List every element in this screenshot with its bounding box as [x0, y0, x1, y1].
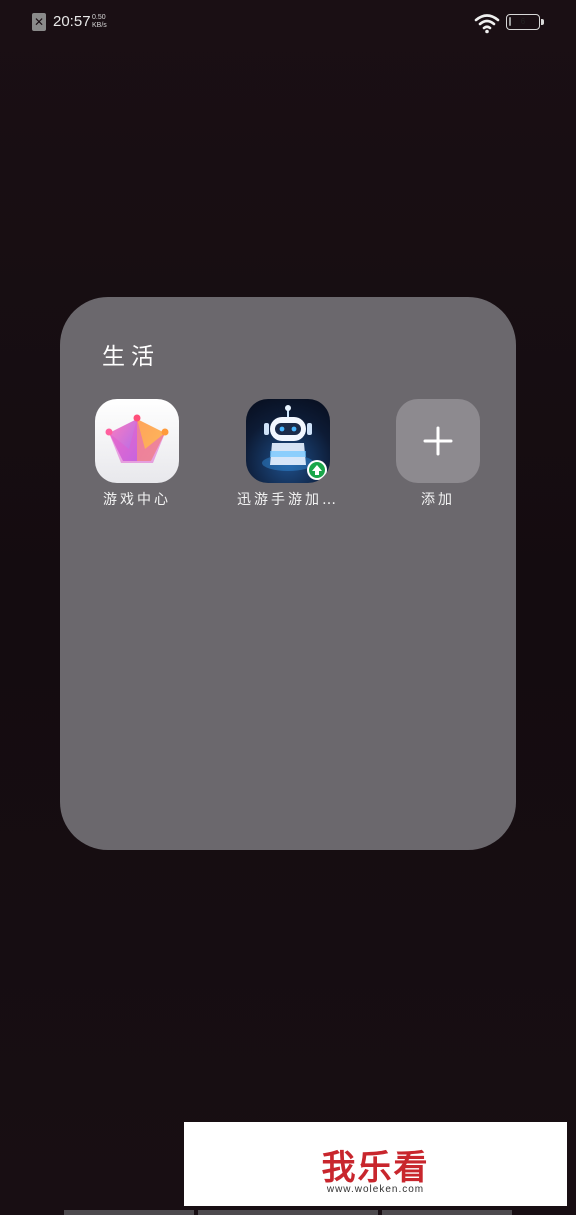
- watermark-title: 我乐看: [321, 1148, 430, 1188]
- plus-icon[interactable]: [396, 399, 480, 483]
- game-center-crown-icon[interactable]: [95, 399, 179, 483]
- network-speed-value: 0.50: [92, 14, 106, 21]
- status-bar: ✕ 20:57 0.50 KB/s 6: [0, 0, 576, 44]
- dock-edge: [198, 1210, 378, 1215]
- sim-card-disabled-icon: ✕: [32, 13, 46, 31]
- app-xunyou[interactable]: 迅游手游加…: [223, 399, 353, 509]
- app-game-center[interactable]: 游戏中心: [72, 399, 202, 509]
- app-label: 添加: [421, 492, 455, 508]
- battery-icon: 6: [506, 14, 544, 30]
- watermark-banner: 我乐看 www.woleken.com: [184, 1122, 567, 1206]
- app-label: 游戏中心: [103, 492, 171, 508]
- dock-edge: [382, 1210, 512, 1215]
- app-folder: 生活 游戏中心 迅游手游加… 添加: [60, 297, 516, 850]
- xunyou-robot-icon[interactable]: [246, 399, 330, 483]
- watermark-url: www.woleken.com: [326, 1184, 425, 1195]
- add-app-button[interactable]: 添加: [373, 399, 503, 509]
- app-label: 迅游手游加…: [237, 492, 339, 508]
- folder-title[interactable]: 生活: [102, 337, 160, 371]
- dock-edge: [64, 1210, 194, 1215]
- status-time: 20:57: [53, 13, 91, 30]
- wifi-icon: [474, 14, 500, 34]
- network-speed: 0.50 KB/s: [92, 14, 107, 30]
- network-speed-unit: KB/s: [92, 22, 107, 29]
- battery-level: 6: [520, 17, 526, 26]
